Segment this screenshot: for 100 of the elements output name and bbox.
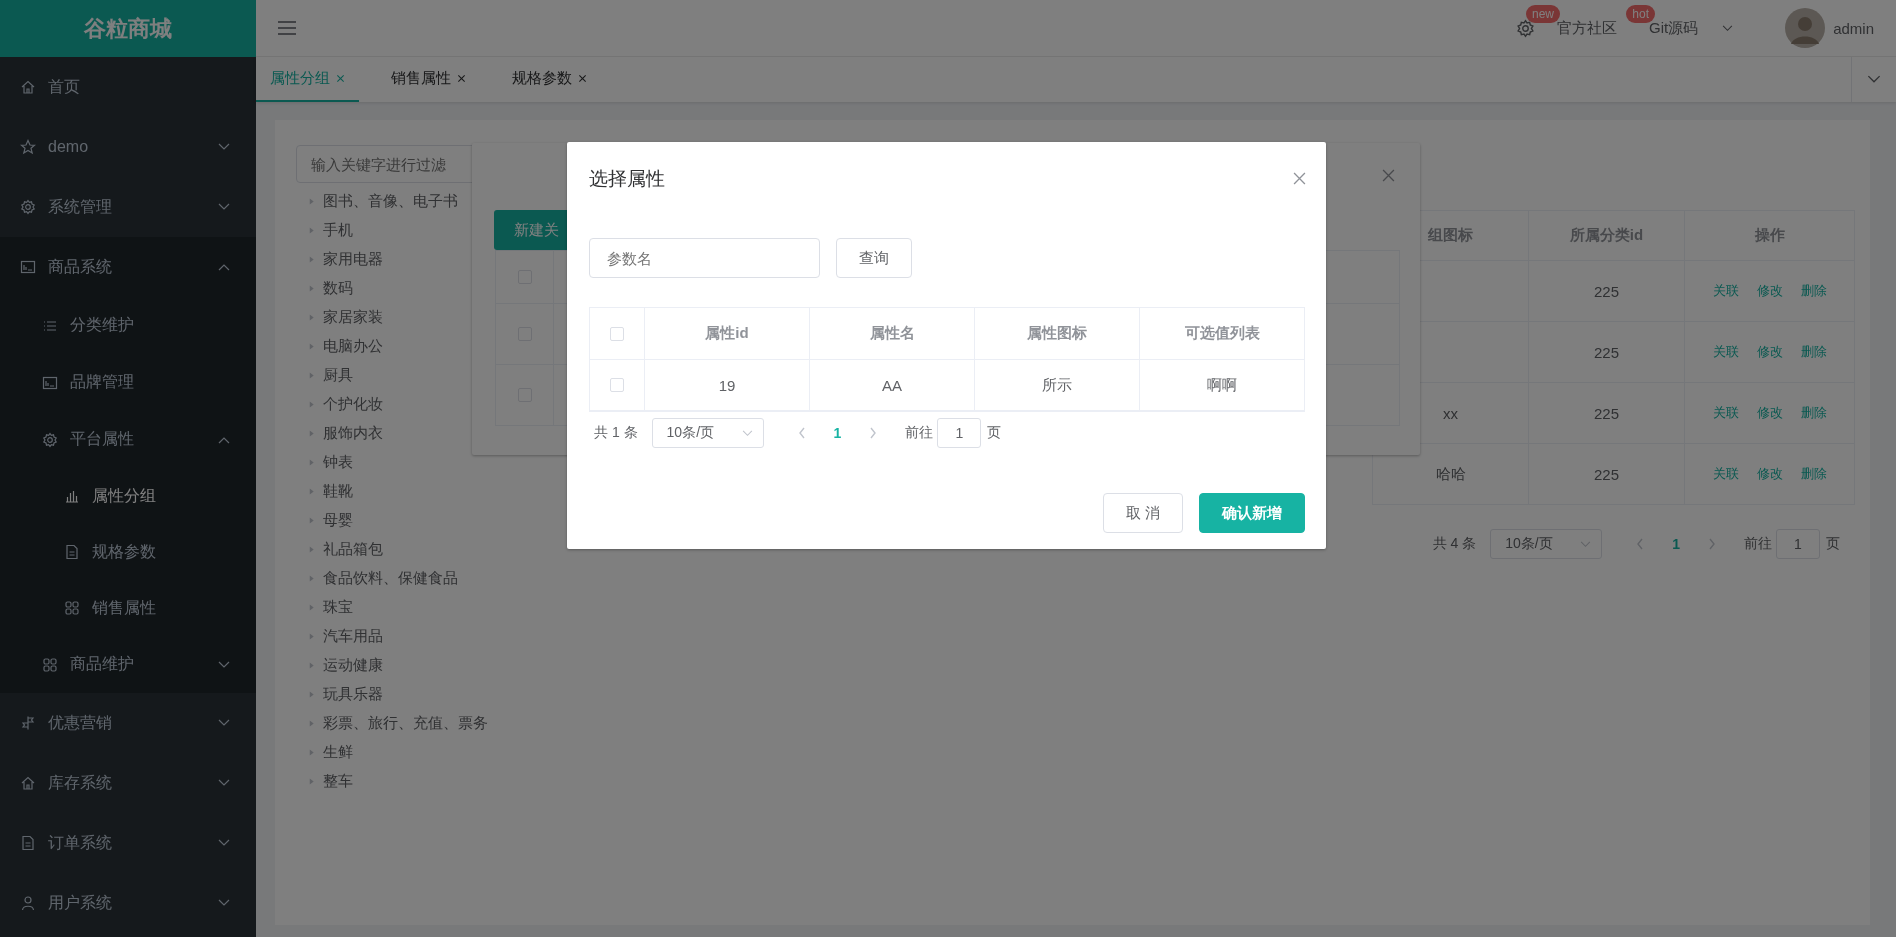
sidebar-item[interactable]: 商品系统 bbox=[0, 237, 256, 297]
settings-icon[interactable] bbox=[1515, 18, 1535, 38]
caret-icon[interactable] bbox=[308, 372, 315, 379]
sidebar-item[interactable]: 库存系统 bbox=[0, 753, 256, 813]
sidebar-item[interactable]: 属性分组 bbox=[0, 468, 256, 524]
sidebar-item[interactable]: 商品维护 bbox=[0, 636, 256, 693]
confirm-button[interactable]: 确认新增 bbox=[1199, 493, 1305, 533]
page-tab[interactable]: 规格参数 bbox=[498, 57, 601, 102]
tree-node[interactable]: 服饰内衣 bbox=[296, 419, 556, 448]
tree-node[interactable]: 运动健康 bbox=[296, 651, 556, 680]
sidebar-item[interactable]: 用户系统 bbox=[0, 873, 256, 933]
checkbox[interactable] bbox=[610, 326, 624, 341]
caret-icon[interactable] bbox=[308, 604, 315, 611]
tree-node[interactable]: 母婴 bbox=[296, 506, 556, 535]
tree-node-label: 服饰内衣 bbox=[323, 424, 383, 443]
caret-icon[interactable] bbox=[308, 778, 315, 785]
tree-node[interactable]: 玩具乐器 bbox=[296, 680, 556, 709]
tree-node-label: 电脑办公 bbox=[323, 337, 383, 356]
action-link[interactable]: 删除 bbox=[1800, 282, 1827, 300]
menu-icon[interactable] bbox=[278, 21, 296, 35]
action-link[interactable]: 关联 bbox=[1712, 465, 1739, 483]
tree-node[interactable]: 厨具 bbox=[296, 361, 556, 390]
user-name[interactable]: admin bbox=[1833, 19, 1874, 37]
sidebar-item[interactable]: demo bbox=[0, 117, 256, 177]
avatar-icon[interactable] bbox=[1785, 8, 1826, 48]
caret-icon[interactable] bbox=[308, 256, 315, 263]
action-link[interactable]: 修改 bbox=[1756, 282, 1783, 300]
tree-node[interactable]: 家居家装 bbox=[296, 303, 556, 332]
page-tab[interactable]: 销售属性 bbox=[377, 57, 480, 102]
close-icon[interactable] bbox=[457, 74, 466, 83]
close-icon[interactable] bbox=[1382, 169, 1395, 182]
sidebar-item[interactable]: 优惠营销 bbox=[0, 693, 256, 753]
action-link[interactable]: 关联 bbox=[1712, 282, 1739, 300]
action-link[interactable]: 修改 bbox=[1756, 465, 1783, 483]
caret-icon[interactable] bbox=[308, 459, 315, 466]
tree-node[interactable]: 电脑办公 bbox=[296, 332, 556, 361]
page-suffix: 页 bbox=[987, 424, 1002, 442]
caret-icon[interactable] bbox=[308, 227, 315, 234]
tree-node[interactable]: 汽车用品 bbox=[296, 622, 556, 651]
tree-node[interactable]: 鞋靴 bbox=[296, 477, 556, 506]
tree-node[interactable]: 生鲜 bbox=[296, 738, 556, 767]
action-link[interactable]: 删除 bbox=[1800, 404, 1827, 422]
page-size-select[interactable]: 10条/页 bbox=[651, 418, 764, 448]
page-number[interactable]: 1 bbox=[833, 425, 842, 441]
tree-node[interactable]: 个护化妆 bbox=[296, 390, 556, 419]
caret-icon[interactable] bbox=[308, 430, 315, 437]
caret-icon[interactable] bbox=[1722, 24, 1734, 32]
sidebar-item[interactable]: 系统管理 bbox=[0, 177, 256, 237]
cancel-button[interactable]: 取 消 bbox=[1102, 493, 1183, 533]
previous-page-icon[interactable] bbox=[1636, 538, 1645, 550]
page-number[interactable]: 1 bbox=[1672, 536, 1680, 552]
caret-icon[interactable] bbox=[308, 720, 315, 727]
previous-page-icon[interactable] bbox=[797, 427, 806, 439]
caret-icon[interactable] bbox=[308, 546, 315, 553]
caret-icon[interactable] bbox=[308, 198, 315, 205]
tree-node[interactable]: 数码 bbox=[296, 274, 556, 303]
tree-node[interactable]: 彩票、旅行、充值、票务 bbox=[296, 709, 556, 738]
caret-icon[interactable] bbox=[308, 517, 315, 524]
caret-icon[interactable] bbox=[308, 488, 315, 495]
caret-icon[interactable] bbox=[308, 662, 315, 669]
sidebar-item[interactable]: 首页 bbox=[0, 57, 256, 117]
doc-icon bbox=[20, 835, 36, 851]
page-size-select[interactable]: 10条/页 bbox=[1490, 529, 1603, 559]
next-page-icon[interactable] bbox=[869, 427, 878, 439]
action-link[interactable]: 删除 bbox=[1800, 465, 1827, 483]
caret-icon[interactable] bbox=[308, 401, 315, 408]
caret-icon[interactable] bbox=[308, 575, 315, 582]
action-link[interactable]: 删除 bbox=[1800, 343, 1827, 361]
caret-icon[interactable] bbox=[308, 691, 315, 698]
sidebar-item[interactable]: 平台属性 bbox=[0, 411, 256, 468]
tree-node[interactable]: 钟表 bbox=[296, 448, 556, 477]
sidebar-item[interactable]: 分类维护 bbox=[0, 297, 256, 354]
checkbox[interactable] bbox=[610, 378, 624, 392]
sidebar-item[interactable]: 订单系统 bbox=[0, 813, 256, 873]
tree-node[interactable]: 整车 bbox=[296, 767, 556, 796]
page-input[interactable]: 1 bbox=[937, 418, 982, 448]
sidebar-item[interactable]: 销售属性 bbox=[0, 580, 256, 636]
close-icon[interactable] bbox=[336, 74, 345, 83]
close-icon[interactable] bbox=[1293, 172, 1306, 185]
tree-node[interactable]: 珠宝 bbox=[296, 593, 556, 622]
caret-icon[interactable] bbox=[308, 633, 315, 640]
caret-icon[interactable] bbox=[308, 285, 315, 292]
page-input[interactable]: 1 bbox=[1776, 529, 1820, 559]
caret-icon[interactable] bbox=[308, 749, 315, 756]
query-button[interactable]: 查询 bbox=[836, 238, 912, 278]
tree-node[interactable]: 礼品箱包 bbox=[296, 535, 556, 564]
action-link[interactable]: 修改 bbox=[1756, 343, 1783, 361]
table-cell: AA bbox=[810, 360, 975, 410]
sidebar-item[interactable]: 规格参数 bbox=[0, 524, 256, 580]
new-relation-button[interactable]: 新建关 bbox=[494, 210, 567, 250]
action-link[interactable]: 修改 bbox=[1756, 404, 1783, 422]
action-link[interactable]: 关联 bbox=[1712, 404, 1739, 422]
caret-icon[interactable] bbox=[308, 343, 315, 350]
action-link[interactable]: 关联 bbox=[1712, 343, 1739, 361]
next-page-icon[interactable] bbox=[1708, 538, 1716, 550]
parameter-name-field[interactable]: 参数名 bbox=[589, 238, 820, 278]
sidebar-item[interactable]: 品牌管理 bbox=[0, 354, 256, 411]
caret-icon[interactable] bbox=[308, 314, 315, 321]
tree-node[interactable]: 食品饮料、保健食品 bbox=[296, 564, 556, 593]
close-icon[interactable] bbox=[578, 74, 587, 83]
